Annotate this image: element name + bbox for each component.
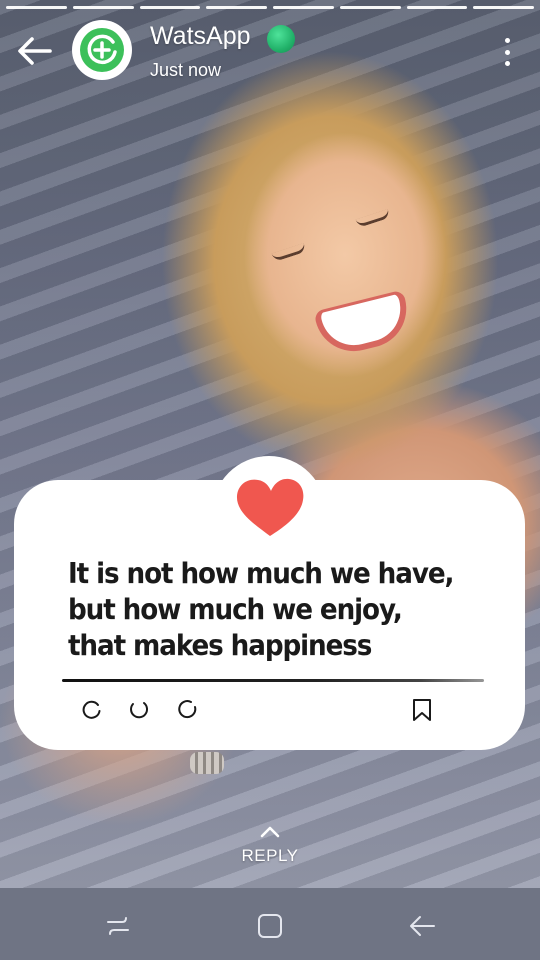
- more-options-button[interactable]: [496, 38, 518, 66]
- story-header: WatsApp Just now: [0, 14, 540, 84]
- progress-segment: [273, 6, 334, 9]
- progress-segment: [406, 6, 468, 9]
- add-status-icon: [80, 28, 124, 72]
- contact-name[interactable]: WatsApp: [150, 22, 251, 51]
- quote-line: that makes happiness: [68, 629, 372, 662]
- story-screen: WatsApp Just now It is not how much we h…: [0, 0, 540, 960]
- more-vertical-icon: [504, 38, 510, 43]
- circle-icon[interactable]: [129, 699, 149, 719]
- bookmark-button[interactable]: [411, 698, 433, 722]
- reply-label: REPLY: [241, 846, 299, 865]
- avatar[interactable]: [72, 20, 132, 80]
- progress-segment: [6, 6, 67, 9]
- progress-segment: [139, 6, 201, 9]
- progress-segment: [72, 6, 134, 9]
- progress-segment: [473, 6, 534, 9]
- bookmark-icon: [413, 699, 431, 721]
- divider: [62, 679, 484, 682]
- online-indicator: [267, 25, 295, 53]
- circle-icon[interactable]: [178, 699, 198, 719]
- quote-line: It is not how much we have,: [68, 557, 454, 590]
- back-icon[interactable]: [408, 912, 436, 940]
- arrow-left-icon: [18, 37, 52, 65]
- photo-detail: [313, 289, 415, 360]
- system-nav-bar: [0, 888, 540, 960]
- photo-detail: [271, 242, 307, 263]
- more-vertical-icon: [504, 49, 510, 55]
- chevron-up-icon: [260, 826, 280, 838]
- back-button[interactable]: [16, 36, 52, 66]
- home-icon[interactable]: [256, 912, 284, 940]
- quote-line: but how much we enjoy,: [68, 593, 403, 626]
- story-progress-bar: [6, 6, 534, 9]
- heart-icon: [236, 478, 304, 536]
- timestamp: Just now: [150, 60, 222, 80]
- photo-detail: [190, 752, 224, 774]
- circle-icon[interactable]: [82, 699, 102, 719]
- more-vertical-icon: [504, 61, 510, 66]
- story-photo: [0, 0, 540, 888]
- progress-segment: [206, 6, 267, 9]
- reply-button[interactable]: REPLY: [230, 824, 310, 872]
- photo-detail: [355, 208, 391, 229]
- progress-segment: [339, 6, 401, 9]
- quote-text: It is not how much we have, but how much…: [68, 556, 473, 664]
- recents-icon[interactable]: [104, 912, 132, 940]
